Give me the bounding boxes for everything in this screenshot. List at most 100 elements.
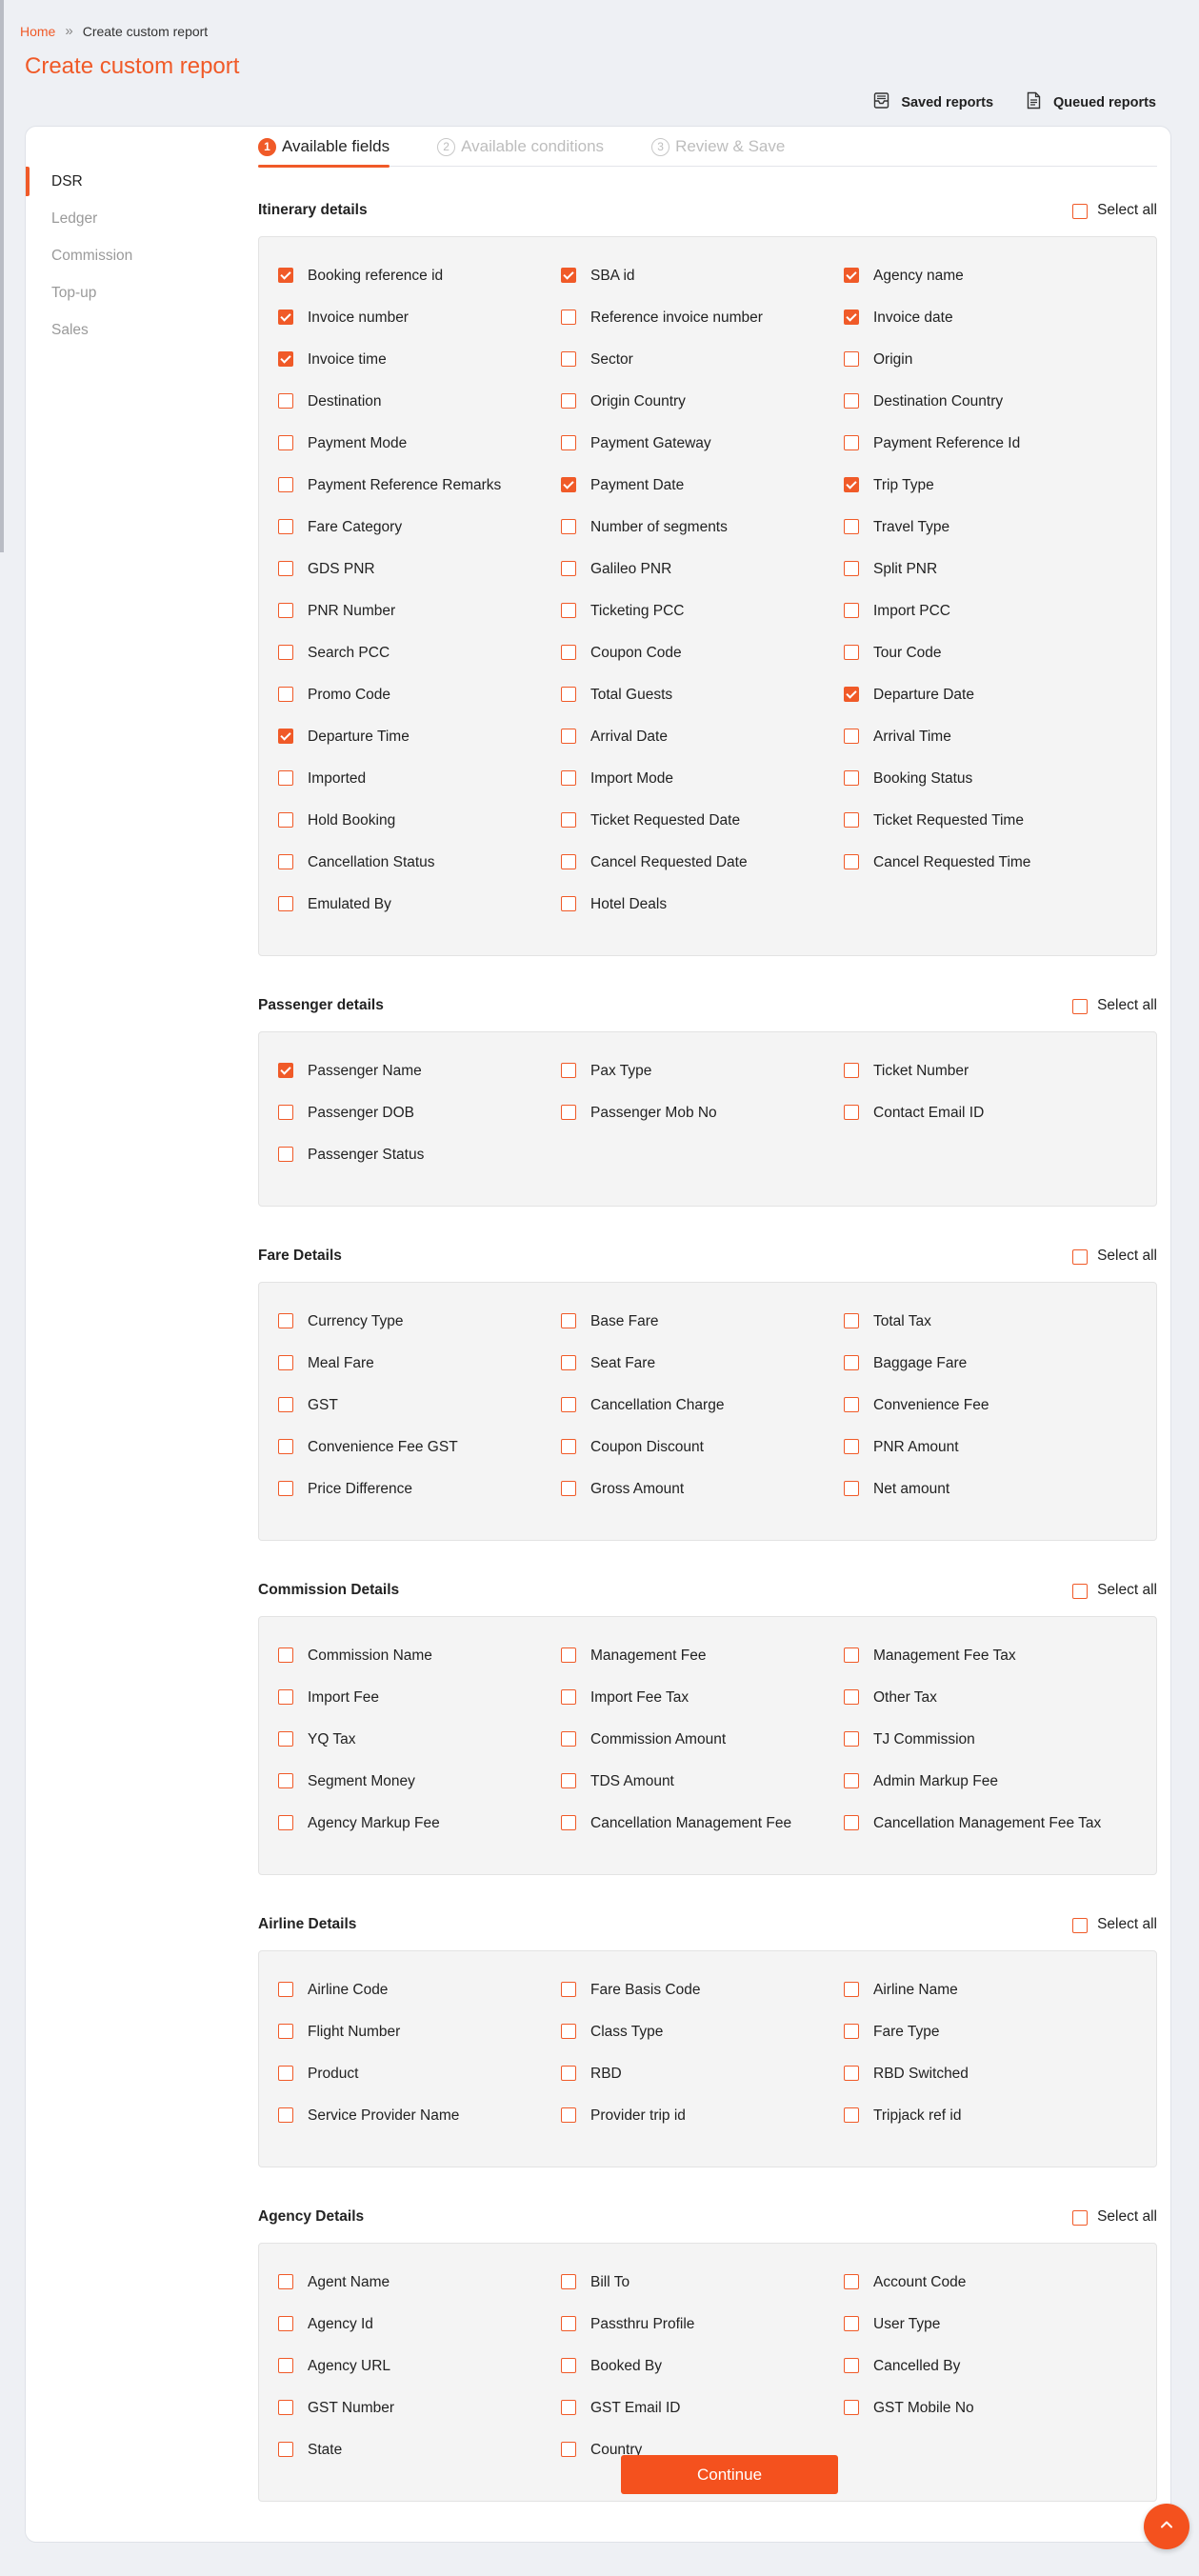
field-option-cancel-requested-time[interactable]: Cancel Requested Time [844,852,1129,894]
field-option-agency-name[interactable]: Agency name [844,266,1129,308]
field-checkbox[interactable] [844,645,859,660]
field-option-tj-commission[interactable]: TJ Commission [844,1729,1129,1771]
field-option-airline-name[interactable]: Airline Name [844,1980,1129,2022]
queued-reports-link[interactable]: Queued reports [1026,91,1156,113]
field-checkbox[interactable] [844,1355,859,1370]
field-checkbox[interactable] [844,1313,859,1328]
select-all-checkbox[interactable] [1072,204,1089,219]
field-option-invoice-date[interactable]: Invoice date [844,308,1129,349]
field-option-baggage-fare[interactable]: Baggage Fare [844,1353,1129,1395]
field-option-cancelled-by[interactable]: Cancelled By [844,2356,1129,2398]
sidebar-item-commission[interactable]: Commission [26,237,235,274]
step-available-conditions[interactable]: 2 Available conditions [437,136,604,157]
field-checkbox[interactable] [844,1773,859,1788]
select-all-toggle[interactable]: Select all [1072,2208,1157,2226]
breadcrumb-home-link[interactable]: Home [20,24,55,39]
field-option-ticket-requested-date[interactable]: Ticket Requested Date [561,810,844,852]
field-checkbox[interactable] [278,561,293,576]
sidebar-item-dsr[interactable]: DSR [26,163,235,200]
field-option-gst-number[interactable]: GST Number [278,2398,561,2440]
field-option-promo-code[interactable]: Promo Code [278,685,561,727]
field-checkbox[interactable] [278,603,293,618]
field-option-rbd-switched[interactable]: RBD Switched [844,2064,1129,2106]
field-checkbox[interactable] [844,687,859,702]
field-checkbox[interactable] [278,2024,293,2039]
field-checkbox[interactable] [844,1439,859,1454]
field-option-contact-email-id[interactable]: Contact Email ID [844,1103,1129,1145]
field-checkbox[interactable] [278,812,293,828]
field-option-agent-name[interactable]: Agent Name [278,2272,561,2314]
field-option-payment-reference-id[interactable]: Payment Reference Id [844,433,1129,475]
field-option-pnr-number[interactable]: PNR Number [278,601,561,643]
field-checkbox[interactable] [278,2066,293,2081]
field-option-user-type[interactable]: User Type [844,2314,1129,2356]
field-checkbox[interactable] [844,1815,859,1830]
field-checkbox[interactable] [278,2358,293,2373]
field-option-fare-basis-code[interactable]: Fare Basis Code [561,1980,844,2022]
field-option-arrival-time[interactable]: Arrival Time [844,727,1129,769]
field-option-arrival-date[interactable]: Arrival Date [561,727,844,769]
select-all-toggle[interactable]: Select all [1072,1248,1157,1265]
select-all-toggle[interactable]: Select all [1072,997,1157,1014]
field-checkbox[interactable] [844,435,859,450]
field-option-cancellation-status[interactable]: Cancellation Status [278,852,561,894]
field-option-net-amount[interactable]: Net amount [844,1479,1129,1521]
field-checkbox[interactable] [561,268,576,283]
field-option-segment-money[interactable]: Segment Money [278,1771,561,1813]
field-checkbox[interactable] [561,812,576,828]
field-checkbox[interactable] [561,1647,576,1663]
field-option-booking-status[interactable]: Booking Status [844,769,1129,810]
field-checkbox[interactable] [278,435,293,450]
field-checkbox[interactable] [844,2274,859,2289]
field-option-ticket-requested-time[interactable]: Ticket Requested Time [844,810,1129,852]
field-option-reference-invoice-number[interactable]: Reference invoice number [561,308,844,349]
field-option-convenience-fee[interactable]: Convenience Fee [844,1395,1129,1437]
field-option-emulated-by[interactable]: Emulated By [278,894,561,936]
field-option-invoice-time[interactable]: Invoice time [278,349,561,391]
field-option-flight-number[interactable]: Flight Number [278,2022,561,2064]
field-checkbox[interactable] [278,1647,293,1663]
field-checkbox[interactable] [278,1439,293,1454]
field-checkbox[interactable] [561,1397,576,1412]
field-checkbox[interactable] [561,477,576,492]
field-option-search-pcc[interactable]: Search PCC [278,643,561,685]
field-option-product[interactable]: Product [278,2064,561,2106]
field-checkbox[interactable] [844,310,859,325]
field-option-booked-by[interactable]: Booked By [561,2356,844,2398]
field-checkbox[interactable] [844,770,859,786]
field-checkbox[interactable] [278,770,293,786]
field-option-departure-time[interactable]: Departure Time [278,727,561,769]
field-option-passenger-name[interactable]: Passenger Name [278,1061,561,1103]
field-option-coupon-discount[interactable]: Coupon Discount [561,1437,844,1479]
field-option-yq-tax[interactable]: YQ Tax [278,1729,561,1771]
field-checkbox[interactable] [278,645,293,660]
field-option-pnr-amount[interactable]: PNR Amount [844,1437,1129,1479]
field-option-airline-code[interactable]: Airline Code [278,1980,561,2022]
field-checkbox[interactable] [278,1773,293,1788]
field-checkbox[interactable] [278,1147,293,1162]
field-checkbox[interactable] [561,1439,576,1454]
field-option-payment-reference-remarks[interactable]: Payment Reference Remarks [278,475,561,517]
select-all-toggle[interactable]: Select all [1072,1916,1157,1933]
field-checkbox[interactable] [561,603,576,618]
field-option-rbd[interactable]: RBD [561,2064,844,2106]
field-option-fare-type[interactable]: Fare Type [844,2022,1129,2064]
field-option-imported[interactable]: Imported [278,769,561,810]
field-checkbox[interactable] [561,1105,576,1120]
field-checkbox[interactable] [278,1355,293,1370]
field-checkbox[interactable] [278,1481,293,1496]
field-checkbox[interactable] [561,1481,576,1496]
field-checkbox[interactable] [844,854,859,869]
field-checkbox[interactable] [844,268,859,283]
field-option-agency-markup-fee[interactable]: Agency Markup Fee [278,1813,561,1855]
field-checkbox[interactable] [561,896,576,911]
field-option-other-tax[interactable]: Other Tax [844,1687,1129,1729]
field-option-ticketing-pcc[interactable]: Ticketing PCC [561,601,844,643]
field-option-destination[interactable]: Destination [278,391,561,433]
field-option-price-difference[interactable]: Price Difference [278,1479,561,1521]
select-all-checkbox[interactable] [1072,999,1089,1014]
field-option-ticket-number[interactable]: Ticket Number [844,1061,1129,1103]
field-checkbox[interactable] [561,351,576,367]
field-option-provider-trip-id[interactable]: Provider trip id [561,2106,844,2147]
field-checkbox[interactable] [561,729,576,744]
